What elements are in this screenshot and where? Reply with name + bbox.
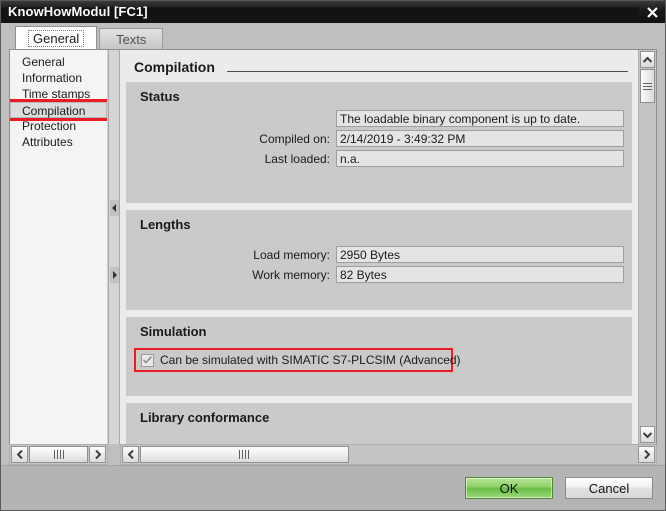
- panes-container: General Information Time stamps Compilat…: [9, 49, 657, 444]
- status-message-row: The loadable binary component is up to d…: [126, 110, 624, 127]
- work-memory-label: Work memory:: [252, 267, 330, 282]
- content-horizontal-scrollbar[interactable]: [120, 444, 657, 465]
- work-memory-value: 82 Bytes: [336, 266, 624, 283]
- content-pane: Compilation Status The loadable binary c…: [120, 50, 657, 444]
- ok-button[interactable]: OK: [465, 477, 553, 499]
- sidebar-item-attributes[interactable]: Attributes: [10, 134, 107, 150]
- pane-splitter[interactable]: [108, 50, 120, 444]
- tab-general-label: General: [28, 29, 85, 47]
- section-simulation-title: Simulation: [140, 324, 207, 339]
- chevron-up-icon: [643, 56, 652, 63]
- vertical-scroll-track[interactable]: [639, 69, 656, 425]
- content-inner: Compilation Status The loadable binary c…: [120, 50, 638, 444]
- compiled-on-row: Compiled on: 2/14/2019 - 3:49:32 PM: [126, 130, 624, 147]
- scroll-grip-icon: [238, 450, 250, 459]
- sidebar-item-label: Compilation: [22, 104, 86, 118]
- sidebar-item-label: General: [22, 55, 65, 69]
- nav-horizontal-track[interactable]: [29, 446, 88, 463]
- content-scroll-left-button[interactable]: [122, 446, 139, 463]
- sidebar-item-label: Time stamps: [22, 87, 91, 101]
- navigation-list: General Information Time stamps Compilat…: [10, 50, 107, 444]
- content-vertical-scrollbar[interactable]: [638, 50, 656, 444]
- simulation-checkbox-label: Can be simulated with SIMATIC S7-PLCSIM …: [160, 353, 461, 367]
- checkmark-icon: [143, 356, 152, 364]
- page-title-rule: [226, 70, 628, 72]
- window-title: KnowHowModul [FC1]: [8, 4, 148, 19]
- tab-general[interactable]: General: [15, 26, 98, 49]
- chevron-right-icon: [643, 450, 650, 459]
- scroll-grip-icon: [643, 81, 652, 92]
- dialog-footer: OK Cancel: [1, 465, 665, 510]
- load-memory-row: Load memory: 2950 Bytes: [126, 246, 624, 263]
- chevron-left-icon: [127, 450, 134, 459]
- work-memory-row: Work memory: 82 Bytes: [126, 266, 624, 283]
- load-memory-label: Load memory:: [253, 247, 330, 262]
- triangle-left-icon: [111, 203, 116, 212]
- sidebar-item-information[interactable]: Information: [10, 70, 107, 86]
- splitter-collapse-right-button[interactable]: [109, 266, 119, 283]
- chevron-left-icon: [16, 450, 23, 459]
- section-simulation: Simulation Can be simulated with SIMATIC…: [126, 317, 632, 396]
- last-loaded-label: Last loaded:: [264, 151, 330, 166]
- load-memory-value: 2950 Bytes: [336, 246, 624, 263]
- last-loaded-value: n.a.: [336, 150, 624, 167]
- sidebar-item-label: Protection: [22, 119, 77, 133]
- content-horizontal-thumb[interactable]: [140, 446, 349, 463]
- scroll-down-button[interactable]: [640, 426, 655, 443]
- scroll-grip-icon: [53, 450, 65, 459]
- sidebar-item-time-stamps[interactable]: Time stamps: [10, 86, 107, 102]
- sidebar-item-general[interactable]: General: [10, 54, 107, 70]
- status-message-value: The loadable binary component is up to d…: [336, 110, 624, 127]
- section-lengths: Lengths Load memory: 2950 Bytes Work mem…: [126, 210, 632, 310]
- sidebar-item-compilation[interactable]: Compilation: [10, 102, 107, 118]
- content-scroll-right-button[interactable]: [638, 446, 655, 463]
- tab-texts[interactable]: Texts: [99, 28, 164, 49]
- section-library-conformance: Library conformance: [126, 403, 632, 444]
- page-title: Compilation: [120, 50, 638, 75]
- navigation-horizontal-scrollbar[interactable]: [9, 444, 108, 465]
- section-status-title: Status: [140, 89, 180, 104]
- sidebar-item-label: Attributes: [22, 135, 73, 149]
- simulation-checkbox-row[interactable]: Can be simulated with SIMATIC S7-PLCSIM …: [134, 348, 461, 372]
- nav-scroll-left-button[interactable]: [11, 446, 28, 463]
- section-library-title: Library conformance: [140, 410, 270, 425]
- close-button[interactable]: [639, 1, 665, 23]
- chevron-down-icon: [643, 431, 652, 438]
- sidebar-item-protection[interactable]: Protection: [10, 118, 107, 134]
- page-title-text: Compilation: [134, 59, 215, 75]
- dialog-body: General Information Time stamps Compilat…: [1, 49, 665, 465]
- scrollbar-gap: [108, 444, 120, 465]
- compiled-on-value: 2/14/2019 - 3:49:32 PM: [336, 130, 624, 147]
- section-status: Status The loadable binary component is …: [126, 82, 632, 203]
- scroll-up-button[interactable]: [640, 51, 655, 68]
- cancel-button[interactable]: Cancel: [565, 477, 653, 499]
- nav-scroll-right-button[interactable]: [89, 446, 106, 463]
- horizontal-scrollbars-row: [9, 444, 657, 465]
- vertical-scroll-thumb[interactable]: [640, 69, 655, 103]
- tab-texts-label: Texts: [116, 31, 147, 47]
- navigation-pane: General Information Time stamps Compilat…: [9, 50, 108, 444]
- section-lengths-title: Lengths: [140, 217, 191, 232]
- nav-horizontal-thumb[interactable]: [29, 446, 88, 463]
- chevron-right-icon: [94, 450, 101, 459]
- simulation-checkbox[interactable]: [141, 353, 154, 367]
- tab-strip: General Texts: [1, 23, 665, 49]
- triangle-right-icon: [112, 270, 117, 279]
- last-loaded-row: Last loaded: n.a.: [126, 150, 624, 167]
- title-bar: KnowHowModul [FC1]: [1, 1, 665, 23]
- compiled-on-label: Compiled on:: [259, 131, 330, 146]
- content-horizontal-track[interactable]: [140, 446, 637, 463]
- content-scroll-area: Compilation Status The loadable binary c…: [120, 50, 638, 444]
- splitter-collapse-left-button[interactable]: [109, 199, 119, 216]
- sidebar-item-label: Information: [22, 71, 83, 85]
- close-icon: [646, 6, 658, 18]
- properties-dialog: KnowHowModul [FC1] General Texts General: [0, 0, 666, 511]
